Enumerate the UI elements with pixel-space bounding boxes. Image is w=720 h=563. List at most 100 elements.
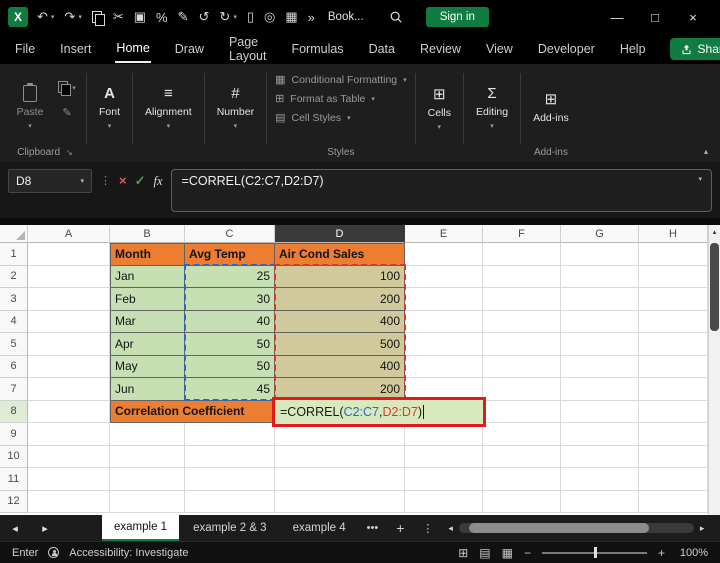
redo-icon[interactable]: ↷ — [64, 9, 75, 25]
number-group-button[interactable]: # Number ▾ — [209, 69, 262, 160]
expand-formula-bar-icon[interactable]: ▾ — [698, 175, 702, 183]
cell-H2[interactable] — [639, 266, 708, 289]
conditional-formatting-button[interactable]: ▦ Conditional Formatting▾ — [275, 73, 407, 86]
paste-button[interactable]: Paste ▾ — [8, 69, 52, 145]
cell-F9[interactable] — [483, 423, 561, 446]
cell-D11[interactable] — [275, 468, 405, 491]
cell-E10[interactable] — [405, 446, 483, 469]
tab-insert[interactable]: Insert — [59, 36, 92, 62]
alignment-group-button[interactable]: ≡ Alignment ▾ — [137, 69, 200, 160]
cell-C10[interactable] — [185, 446, 275, 469]
normal-view-icon[interactable]: ⊞ — [458, 546, 468, 560]
cell-F1[interactable] — [483, 243, 561, 266]
cell-H5[interactable] — [639, 333, 708, 356]
picture-icon[interactable]: ▣ — [134, 9, 146, 25]
cell-B11[interactable] — [110, 468, 185, 491]
cell-A11[interactable] — [28, 468, 110, 491]
cell-H12[interactable] — [639, 491, 708, 514]
cell-C11[interactable] — [185, 468, 275, 491]
cell-B3[interactable]: Feb — [110, 288, 185, 311]
cell-H11[interactable] — [639, 468, 708, 491]
cell-G2[interactable] — [561, 266, 639, 289]
cell-H3[interactable] — [639, 288, 708, 311]
more-sheets-icon[interactable]: ••• — [358, 515, 388, 541]
scroll-left-icon[interactable]: ◂ — [448, 523, 453, 534]
cell-C5[interactable]: 50 — [185, 333, 275, 356]
cell-A7[interactable] — [28, 378, 110, 401]
format-painter-icon[interactable]: ✎ — [178, 9, 189, 25]
zoom-out-icon[interactable]: − — [524, 546, 531, 560]
cell-F2[interactable] — [483, 266, 561, 289]
toolbar-overflow-icon[interactable]: » — [308, 10, 315, 25]
tab-developer[interactable]: Developer — [537, 36, 596, 62]
cell-H7[interactable] — [639, 378, 708, 401]
cut-icon[interactable]: ✂ — [113, 9, 124, 25]
row-header-8[interactable]: 8 — [0, 401, 28, 424]
col-header-G[interactable]: G — [561, 225, 639, 243]
row-header-10[interactable]: 10 — [0, 446, 28, 469]
cell-E2[interactable] — [405, 266, 483, 289]
cell-B2[interactable]: Jan — [110, 266, 185, 289]
cell-D4[interactable]: 400 — [275, 311, 405, 334]
cell-H9[interactable] — [639, 423, 708, 446]
select-all-corner[interactable] — [0, 225, 28, 243]
editing-group-button[interactable]: Σ Editing ▾ — [468, 69, 516, 160]
row-header-7[interactable]: 7 — [0, 378, 28, 401]
scroll-right-icon[interactable]: ▸ — [700, 523, 705, 534]
cell-D2[interactable]: 100 — [275, 266, 405, 289]
cells-group-button[interactable]: ⊞ Cells ▾ — [420, 69, 459, 160]
row-header-3[interactable]: 3 — [0, 288, 28, 311]
cell-C6[interactable]: 50 — [185, 356, 275, 379]
cell-G6[interactable] — [561, 356, 639, 379]
page-layout-view-icon[interactable]: ▤ — [479, 546, 490, 560]
search-icon[interactable] — [389, 10, 403, 24]
cell-C7[interactable]: 45 — [185, 378, 275, 401]
format-as-table-button[interactable]: ⊞ Format as Table▾ — [275, 92, 407, 105]
cell-F3[interactable] — [483, 288, 561, 311]
cell-C2[interactable]: 25 — [185, 266, 275, 289]
cell-B6[interactable]: May — [110, 356, 185, 379]
tab-page-layout[interactable]: Page Layout — [228, 29, 268, 69]
cell-styles-button[interactable]: ▤ Cell Styles▾ — [275, 111, 407, 124]
row-header-1[interactable]: 1 — [0, 243, 28, 266]
col-header-H[interactable]: H — [639, 225, 708, 243]
cell-B8[interactable]: Correlation Coefficient — [110, 401, 275, 424]
cell-G4[interactable] — [561, 311, 639, 334]
col-header-D[interactable]: D — [275, 225, 405, 243]
cell-F12[interactable] — [483, 491, 561, 514]
cell-A5[interactable] — [28, 333, 110, 356]
sheet-nav-right-icon[interactable]: ▸ — [30, 515, 60, 541]
cancel-icon[interactable]: × — [119, 169, 127, 193]
cell-D1[interactable]: Air Cond Sales — [275, 243, 405, 266]
cell-C1[interactable]: Avg Temp — [185, 243, 275, 266]
ribbon-copy-icon[interactable] — [58, 81, 69, 94]
row-header-12[interactable]: 12 — [0, 491, 28, 514]
redo-arrow-dropdown-icon[interactable]: ▾ — [233, 13, 237, 21]
cell-F5[interactable] — [483, 333, 561, 356]
cell-C12[interactable] — [185, 491, 275, 514]
zoom-in-icon[interactable]: + — [658, 546, 665, 560]
name-box[interactable]: D8 ▾ — [8, 169, 92, 193]
horizontal-scrollbar-thumb[interactable] — [469, 523, 649, 533]
vertical-scrollbar[interactable]: ▴ — [708, 225, 720, 515]
tab-review[interactable]: Review — [419, 36, 462, 62]
tab-formulas[interactable]: Formulas — [290, 36, 344, 62]
share-button[interactable]: Share — [670, 38, 720, 60]
cell-G5[interactable] — [561, 333, 639, 356]
cell-E11[interactable] — [405, 468, 483, 491]
col-header-E[interactable]: E — [405, 225, 483, 243]
cell-F4[interactable] — [483, 311, 561, 334]
sheet-nav-left-icon[interactable]: ◂ — [0, 515, 30, 541]
insert-function-icon[interactable]: fx — [154, 169, 163, 193]
row-header-9[interactable]: 9 — [0, 423, 28, 446]
tab-help[interactable]: Help — [619, 36, 647, 62]
cell-F10[interactable] — [483, 446, 561, 469]
cell-G10[interactable] — [561, 446, 639, 469]
copy-icon[interactable] — [92, 11, 103, 24]
undo-dropdown-icon[interactable]: ▾ — [51, 13, 55, 21]
tab-view[interactable]: View — [485, 36, 514, 62]
row-header-4[interactable]: 4 — [0, 311, 28, 334]
page-break-view-icon[interactable]: ▦ — [502, 546, 513, 560]
cell-A10[interactable] — [28, 446, 110, 469]
accessibility-status[interactable]: Accessibility: Investigate — [69, 547, 188, 559]
